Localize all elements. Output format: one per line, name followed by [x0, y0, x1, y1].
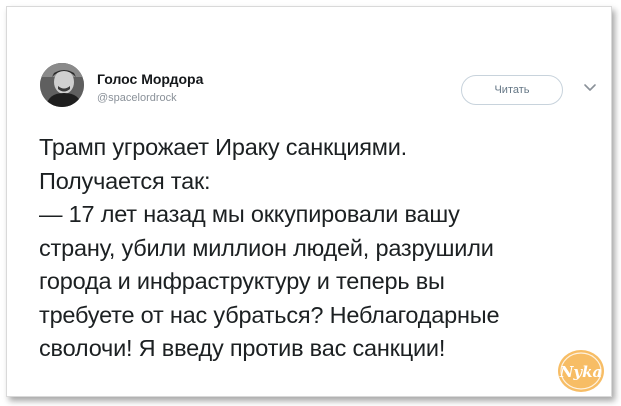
author-name[interactable]: Голос Мордора: [97, 71, 203, 87]
chevron-down-icon[interactable]: [582, 81, 598, 95]
watermark-text: Nyka: [559, 363, 603, 381]
tweet-line: Получается так:: [39, 167, 211, 194]
tweet-text: Трамп угрожает Ираку санкциями. Получает…: [39, 131, 599, 366]
tweet-line: города и инфраструктуру и теперь вы: [39, 268, 445, 294]
tweet-line: Трамп угрожает Ираку санкциями.: [39, 134, 408, 160]
tweet-line: сволочи! Я введу против вас санкции!: [39, 335, 446, 361]
avatar[interactable]: [40, 63, 84, 107]
author-handle[interactable]: @spacelordrock: [97, 92, 177, 104]
avatar-photo-icon: [40, 63, 84, 107]
tweet-card: Голос Мордора @spacelordrock Читать Трам…: [6, 6, 612, 397]
tweet-line: требуете от нас убраться? Неблагодарные: [39, 301, 500, 328]
tweet-line: страну, убили миллион людей, разрушили: [39, 234, 494, 261]
tweet-line: — 17 лет назад мы оккупировали вашу: [39, 201, 460, 227]
follow-button[interactable]: Читать: [461, 75, 563, 105]
nyka-logo: Nyka: [555, 347, 607, 395]
